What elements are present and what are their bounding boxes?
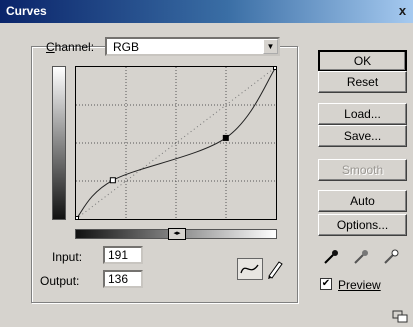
graph-gridlines: [76, 67, 276, 219]
gradient-toggle-button[interactable]: ◂▸: [168, 228, 186, 240]
save-button[interactable]: Save...: [318, 125, 407, 147]
title-bar[interactable]: Curves x: [0, 0, 413, 23]
curve-point[interactable]: [76, 216, 79, 220]
black-eyedropper-icon[interactable]: [322, 248, 340, 266]
input-field[interactable]: 191: [103, 246, 143, 264]
chevron-down-icon[interactable]: ▼: [263, 39, 278, 54]
curve-icon: [240, 264, 259, 274]
curve-point-selected[interactable]: [222, 134, 229, 141]
curve-graph-svg[interactable]: [76, 67, 276, 219]
output-field[interactable]: 136: [103, 270, 143, 288]
smooth-button[interactable]: Smooth: [318, 159, 407, 181]
options-button[interactable]: Options...: [318, 214, 407, 236]
white-eyedropper-icon[interactable]: [382, 248, 400, 266]
curve-graph[interactable]: [75, 66, 277, 220]
channel-label: Channel:: [46, 40, 95, 54]
ok-button[interactable]: OK: [318, 50, 407, 72]
preview-checkbox[interactable]: ✔: [320, 278, 332, 290]
channel-select[interactable]: RGB ▼: [105, 37, 280, 56]
gray-eyedropper-icon[interactable]: [352, 248, 370, 266]
output-gradient-bar: [52, 66, 66, 220]
resize-grip-icon[interactable]: [391, 309, 409, 323]
curves-dialog: Curves x Channel: RGB ▼ ◂▸ Input: 191 Ou…: [0, 0, 413, 327]
curve-point[interactable]: [109, 177, 116, 184]
window-title: Curves: [6, 4, 47, 18]
pencil-icon[interactable]: [265, 258, 285, 280]
output-label: Output:: [40, 274, 80, 288]
preview-label: Preview: [338, 278, 381, 292]
input-label: Input:: [52, 250, 83, 264]
close-button[interactable]: x: [394, 3, 411, 19]
channel-value: RGB: [113, 40, 140, 54]
curve-point[interactable]: [273, 67, 277, 70]
load-button[interactable]: Load...: [318, 103, 407, 125]
curve-tool-button[interactable]: [237, 258, 263, 280]
reset-button[interactable]: Reset: [318, 71, 407, 93]
auto-button[interactable]: Auto: [318, 190, 407, 212]
